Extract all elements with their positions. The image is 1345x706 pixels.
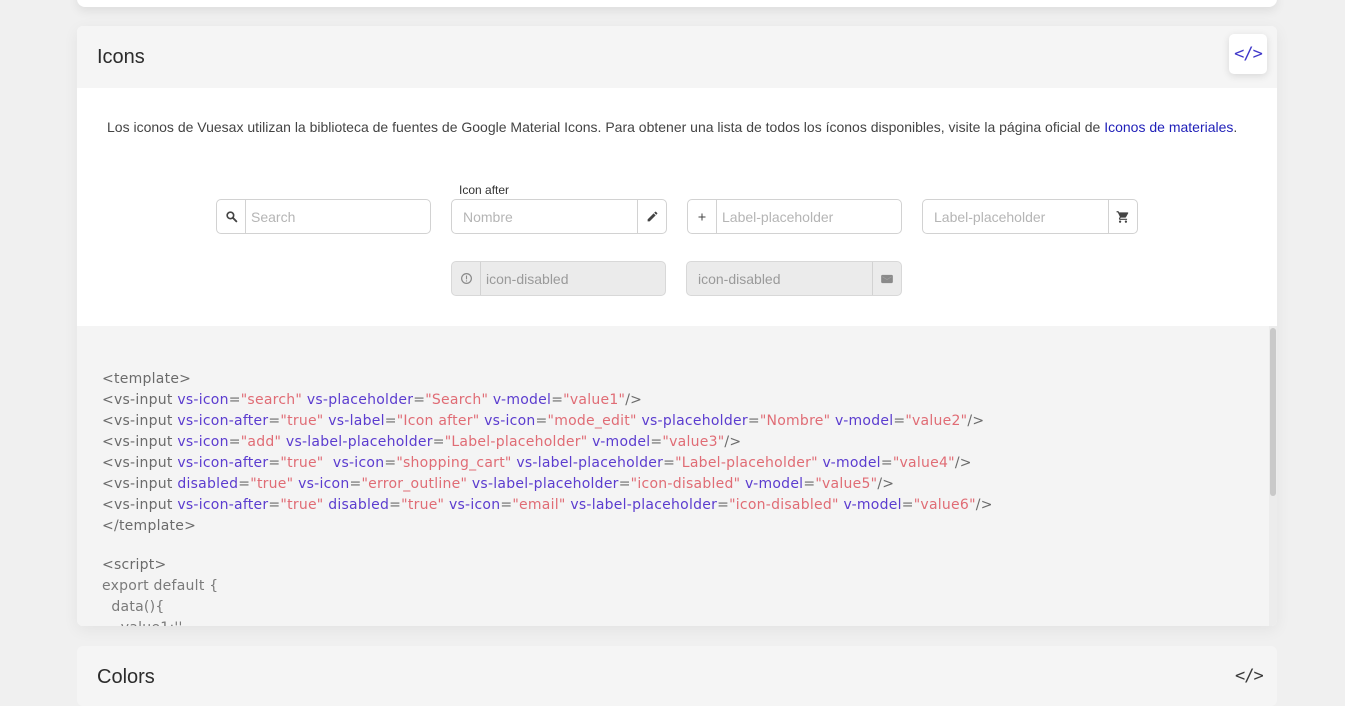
material-icons-link[interactable]: Iconos de materiales	[1104, 119, 1233, 135]
code-line: <vs-input vs-icon="add" vs-label-placeho…	[102, 434, 742, 450]
edit-icon	[637, 200, 666, 233]
add-input[interactable]: Label-placeholder	[687, 199, 902, 234]
section-body: Los iconos de Vuesax utilizan la bibliot…	[77, 88, 1277, 326]
section-description: Los iconos de Vuesax utilizan la bibliot…	[107, 119, 1257, 136]
icons-section-card: Icons </> Los iconos de Vuesax utilizan …	[77, 26, 1277, 626]
code-line: <vs-input vs-icon-after="true" vs-label=…	[102, 413, 985, 429]
search-input-placeholder: Search	[251, 209, 296, 225]
code-line: <template>	[102, 371, 192, 387]
add-icon	[688, 200, 717, 233]
icon-after-label: Icon after	[459, 183, 510, 197]
code-snippet: <template> <vs-input vs-icon="search" vs-…	[77, 326, 1277, 626]
colors-section-title: Colors	[97, 666, 155, 688]
section-header: Icons </>	[77, 26, 1277, 88]
code-line: <vs-input vs-icon-after="true" disabled=…	[102, 497, 993, 513]
code-toggle-button[interactable]: </>	[1229, 34, 1267, 74]
error-outline-disabled-input: icon-disabled	[451, 261, 666, 296]
shopping-cart-input[interactable]: Label-placeholder	[922, 199, 1138, 234]
email-icon	[872, 262, 901, 295]
code-scrollbar[interactable]	[1269, 326, 1277, 626]
email-disabled-input: icon-disabled	[686, 261, 902, 296]
colors-section-card: Colors </>	[77, 646, 1277, 706]
section-title: Icons	[97, 46, 145, 68]
shopping-cart-icon	[1108, 200, 1137, 233]
add-input-placeholder: Label-placeholder	[722, 209, 834, 225]
code-scrollbar-thumb[interactable]	[1270, 328, 1276, 496]
nombre-input-placeholder: Nombre	[463, 209, 513, 225]
search-icon	[217, 200, 246, 233]
error-outline-input-placeholder: icon-disabled	[486, 271, 569, 287]
code-line: <script>	[102, 557, 167, 573]
code-line: data(){	[102, 599, 165, 615]
code-line: <vs-input vs-icon="search" vs-placeholde…	[102, 392, 643, 408]
description-text: Los iconos de Vuesax utilizan la bibliot…	[107, 119, 1105, 135]
nombre-input[interactable]: Nombre	[451, 199, 667, 234]
code-line: <vs-input disabled="true" vs-icon="error…	[102, 476, 895, 492]
code-line: export default {	[102, 578, 219, 594]
previous-section-card	[77, 0, 1277, 7]
colors-code-toggle-button[interactable]: </>	[1235, 666, 1264, 686]
code-line: value1:'',	[102, 620, 187, 626]
description-end: .	[1233, 119, 1238, 135]
email-input-placeholder: icon-disabled	[698, 271, 781, 287]
shopping-cart-input-placeholder: Label-placeholder	[934, 209, 1046, 225]
search-input[interactable]: Search	[216, 199, 431, 234]
code-line: </template>	[102, 518, 197, 534]
error-outline-icon	[452, 262, 481, 295]
code-line: <vs-input vs-icon-after="true" vs-icon="…	[102, 455, 972, 471]
